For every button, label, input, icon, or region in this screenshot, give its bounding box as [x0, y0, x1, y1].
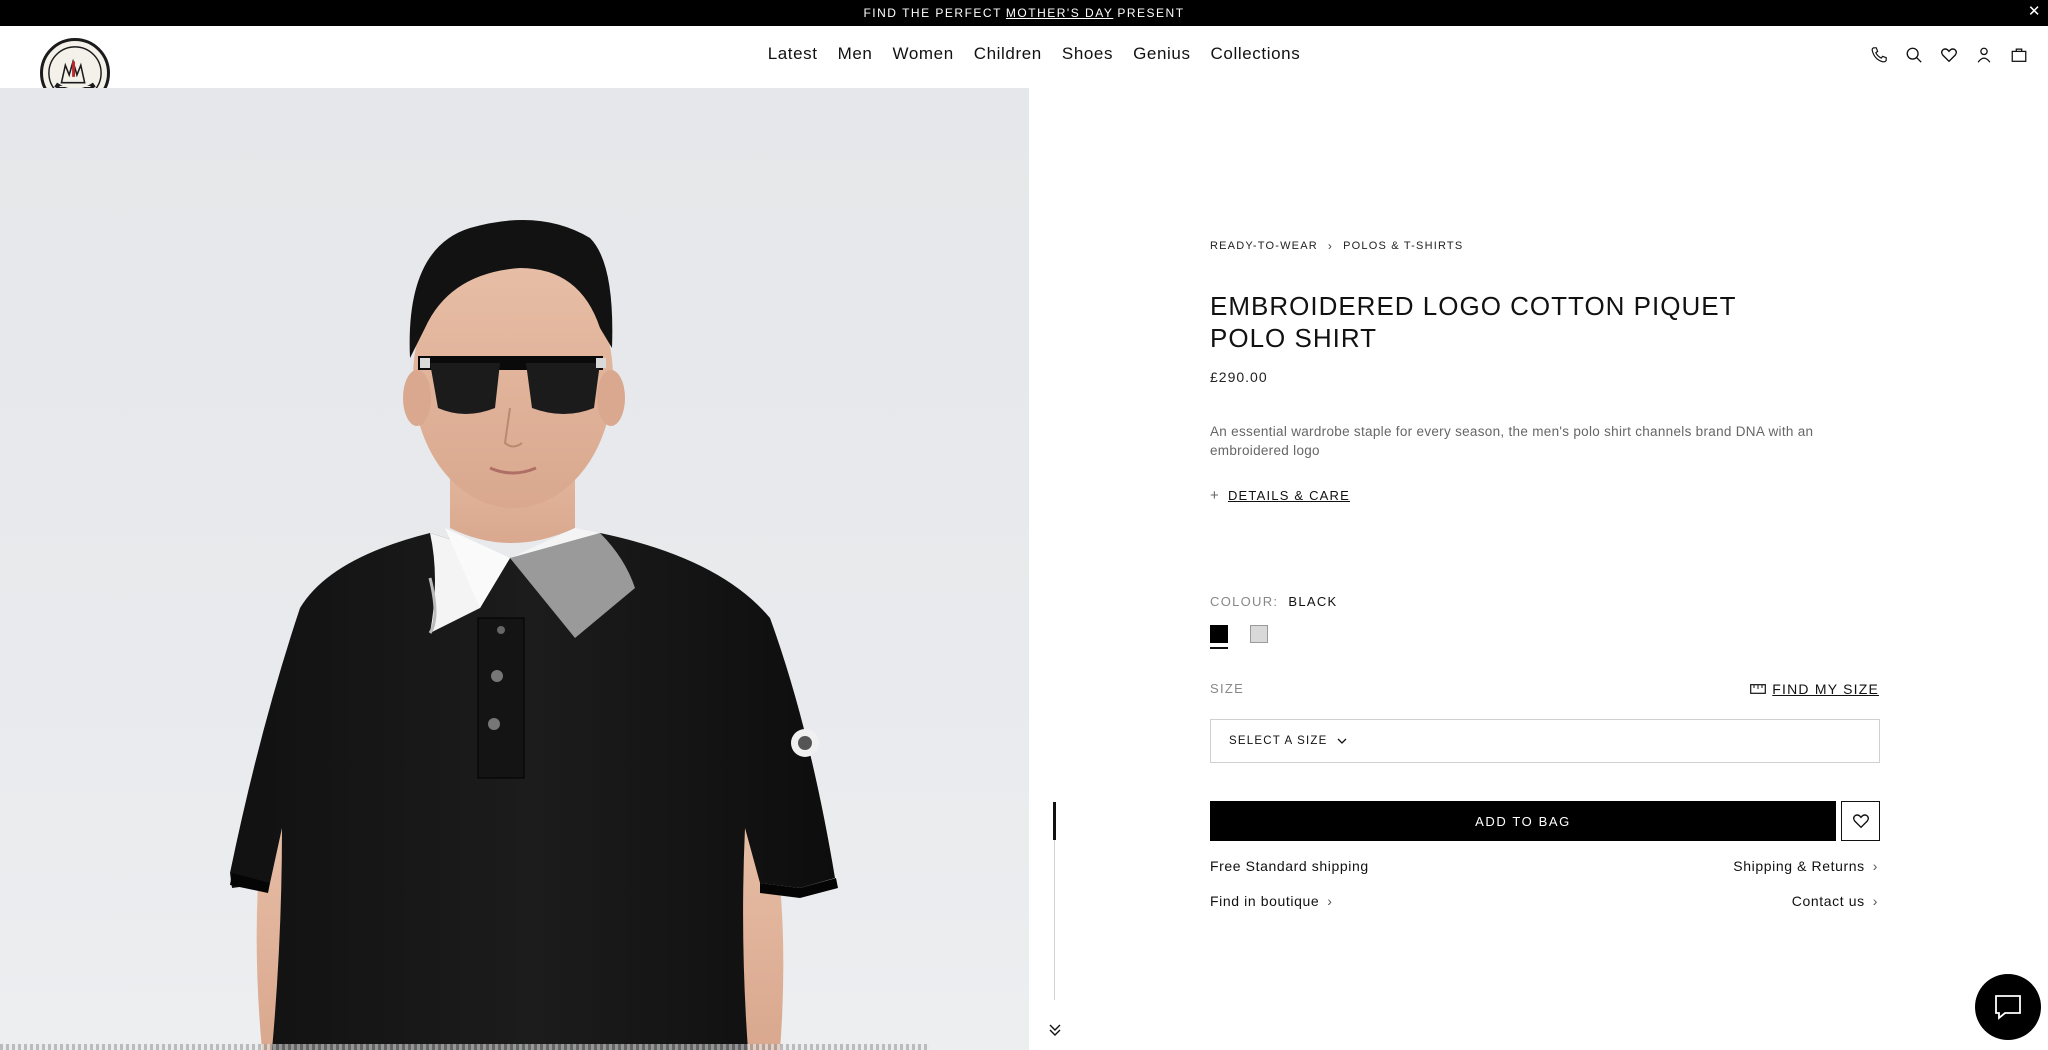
- colour-row: COLOUR: BLACK: [1210, 594, 1337, 609]
- colour-value: BLACK: [1288, 594, 1338, 609]
- chevron-right-icon: ›: [1327, 893, 1333, 909]
- nav-collections[interactable]: Collections: [1211, 44, 1301, 64]
- add-to-bag-button[interactable]: ADD TO BAG: [1210, 801, 1836, 841]
- product-image[interactable]: [0, 88, 1029, 1050]
- heart-icon[interactable]: [1940, 46, 1958, 64]
- promo-bar: FIND THE PERFECT MOTHER'S DAY PRESENT ✕: [0, 0, 2048, 26]
- details-care-label: DETAILS & CARE: [1227, 488, 1351, 503]
- chevron-right-icon: ›: [1872, 893, 1878, 909]
- heart-icon: [1852, 814, 1869, 829]
- header-icons: [1870, 46, 2028, 64]
- shipping-returns-label: Shipping & Returns: [1733, 858, 1865, 874]
- chat-icon: [1995, 995, 2021, 1020]
- close-icon[interactable]: ✕: [2028, 3, 2042, 21]
- free-shipping-info: Free Standard shipping: [1210, 858, 1369, 874]
- find-my-size-link[interactable]: FIND MY SIZE: [1750, 681, 1879, 697]
- promo-suffix: PRESENT: [1117, 6, 1185, 20]
- search-icon[interactable]: [1905, 46, 1923, 64]
- product-description: An essential wardrobe staple for every s…: [1210, 424, 1814, 458]
- wishlist-button[interactable]: [1841, 801, 1880, 841]
- size-select[interactable]: SELECT A SIZE: [1210, 719, 1880, 763]
- breadcrumb: READY-TO-WEAR › POLOS & T-SHIRTS: [1210, 239, 1463, 253]
- chevron-right-icon: ›: [1327, 239, 1334, 253]
- site-header: Latest Men Women Children Shoes Genius C…: [0, 26, 2048, 108]
- size-label: SIZE: [1210, 681, 1245, 696]
- swatch-grey[interactable]: [1250, 625, 1268, 643]
- nav-children[interactable]: Children: [974, 44, 1042, 64]
- product-title: EMBROIDERED LOGO COTTON PIQUET POLO SHIR…: [1210, 291, 1736, 353]
- swatch-black[interactable]: [1210, 625, 1228, 649]
- image-caption-strip: [0, 1044, 930, 1050]
- nav-men[interactable]: Men: [838, 44, 873, 64]
- colour-swatches: [1210, 625, 1268, 649]
- colour-label: COLOUR:: [1210, 594, 1279, 609]
- nav-shoes[interactable]: Shoes: [1062, 44, 1113, 64]
- chevron-down-icon: [1338, 738, 1347, 744]
- shipping-returns-link[interactable]: Shipping & Returns ›: [1733, 858, 1878, 874]
- ruler-icon: [1750, 684, 1767, 694]
- nav-genius[interactable]: Genius: [1133, 44, 1190, 64]
- bag-icon[interactable]: [2010, 46, 2028, 64]
- breadcrumb-ready-to-wear[interactable]: READY-TO-WEAR: [1210, 240, 1318, 252]
- main-nav: Latest Men Women Children Shoes Genius C…: [0, 44, 2048, 64]
- double-chevron-down-icon[interactable]: [1048, 1022, 1062, 1038]
- contact-us-link[interactable]: Contact us ›: [1792, 893, 1878, 909]
- find-in-boutique-link[interactable]: Find in boutique ›: [1210, 893, 1333, 909]
- free-shipping-label: Free Standard shipping: [1210, 858, 1369, 874]
- plus-icon: +: [1210, 487, 1220, 504]
- chevron-right-icon: ›: [1872, 858, 1878, 874]
- phone-icon[interactable]: [1870, 46, 1888, 64]
- contact-us-label: Contact us: [1791, 893, 1865, 909]
- find-in-boutique-label: Find in boutique: [1210, 893, 1320, 909]
- promo-prefix: FIND THE PERFECT: [863, 6, 1002, 20]
- find-my-size-label: FIND MY SIZE: [1772, 681, 1879, 697]
- chat-button[interactable]: [1975, 974, 2041, 1040]
- nav-women[interactable]: Women: [892, 44, 953, 64]
- product-price: £290.00: [1210, 369, 1268, 385]
- promo-link[interactable]: MOTHER'S DAY: [1006, 6, 1113, 20]
- product-photo-illustration: [230, 220, 838, 1050]
- carousel-thumb[interactable]: [1053, 802, 1056, 840]
- user-icon[interactable]: [1975, 46, 1993, 64]
- size-select-label: SELECT A SIZE: [1229, 735, 1328, 747]
- nav-latest[interactable]: Latest: [768, 44, 818, 64]
- details-care-toggle[interactable]: + DETAILS & CARE: [1210, 487, 1350, 504]
- breadcrumb-polos[interactable]: POLOS & T-SHIRTS: [1343, 240, 1463, 252]
